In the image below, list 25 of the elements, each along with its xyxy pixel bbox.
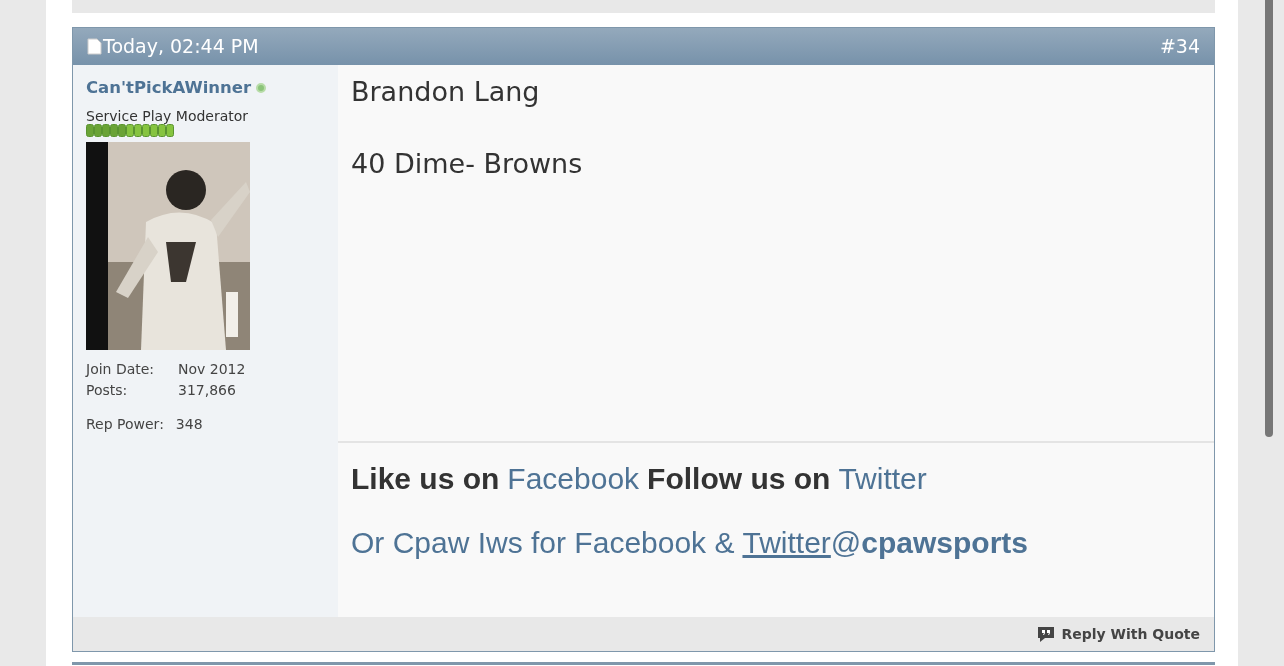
detail-value: 348 [175, 414, 203, 434]
signature-text: Follow us on [647, 461, 831, 497]
detail-value: Nov 2012 [178, 359, 246, 379]
document-icon [87, 38, 102, 55]
user-title: Service Play Moderator [86, 107, 250, 124]
scrollbar-thumb[interactable] [1265, 0, 1273, 437]
post-text: 40 Dime- Browns [351, 147, 584, 181]
post-date: Today, 02:44 PM [103, 34, 259, 60]
username-link[interactable]: Can'tPickAWinner [86, 76, 252, 101]
detail-label: Posts: [86, 380, 129, 400]
signature-link[interactable]: Twitter [742, 525, 831, 561]
detail-label: Rep Power: [86, 414, 164, 434]
signature-text: Or Cpaw Iws for Facebook & [351, 525, 735, 561]
detail-label: Join Date: [86, 359, 156, 379]
post-text: Brandon Lang [351, 75, 541, 109]
detail-value: 317,866 [178, 380, 236, 400]
signature-link[interactable]: Facebook [507, 461, 640, 497]
signature-text: cpawsports [861, 525, 1028, 561]
signature-text: Like us on [351, 461, 500, 497]
quote-bubble-icon [1037, 625, 1056, 643]
signature-text: @ [830, 525, 862, 561]
post-number-link[interactable]: #34 [1159, 32, 1200, 61]
reply-with-quote-button[interactable]: Reply With Quote [1037, 623, 1200, 645]
signature-link[interactable]: Twitter [838, 461, 927, 497]
reputation-icon [86, 123, 175, 137]
